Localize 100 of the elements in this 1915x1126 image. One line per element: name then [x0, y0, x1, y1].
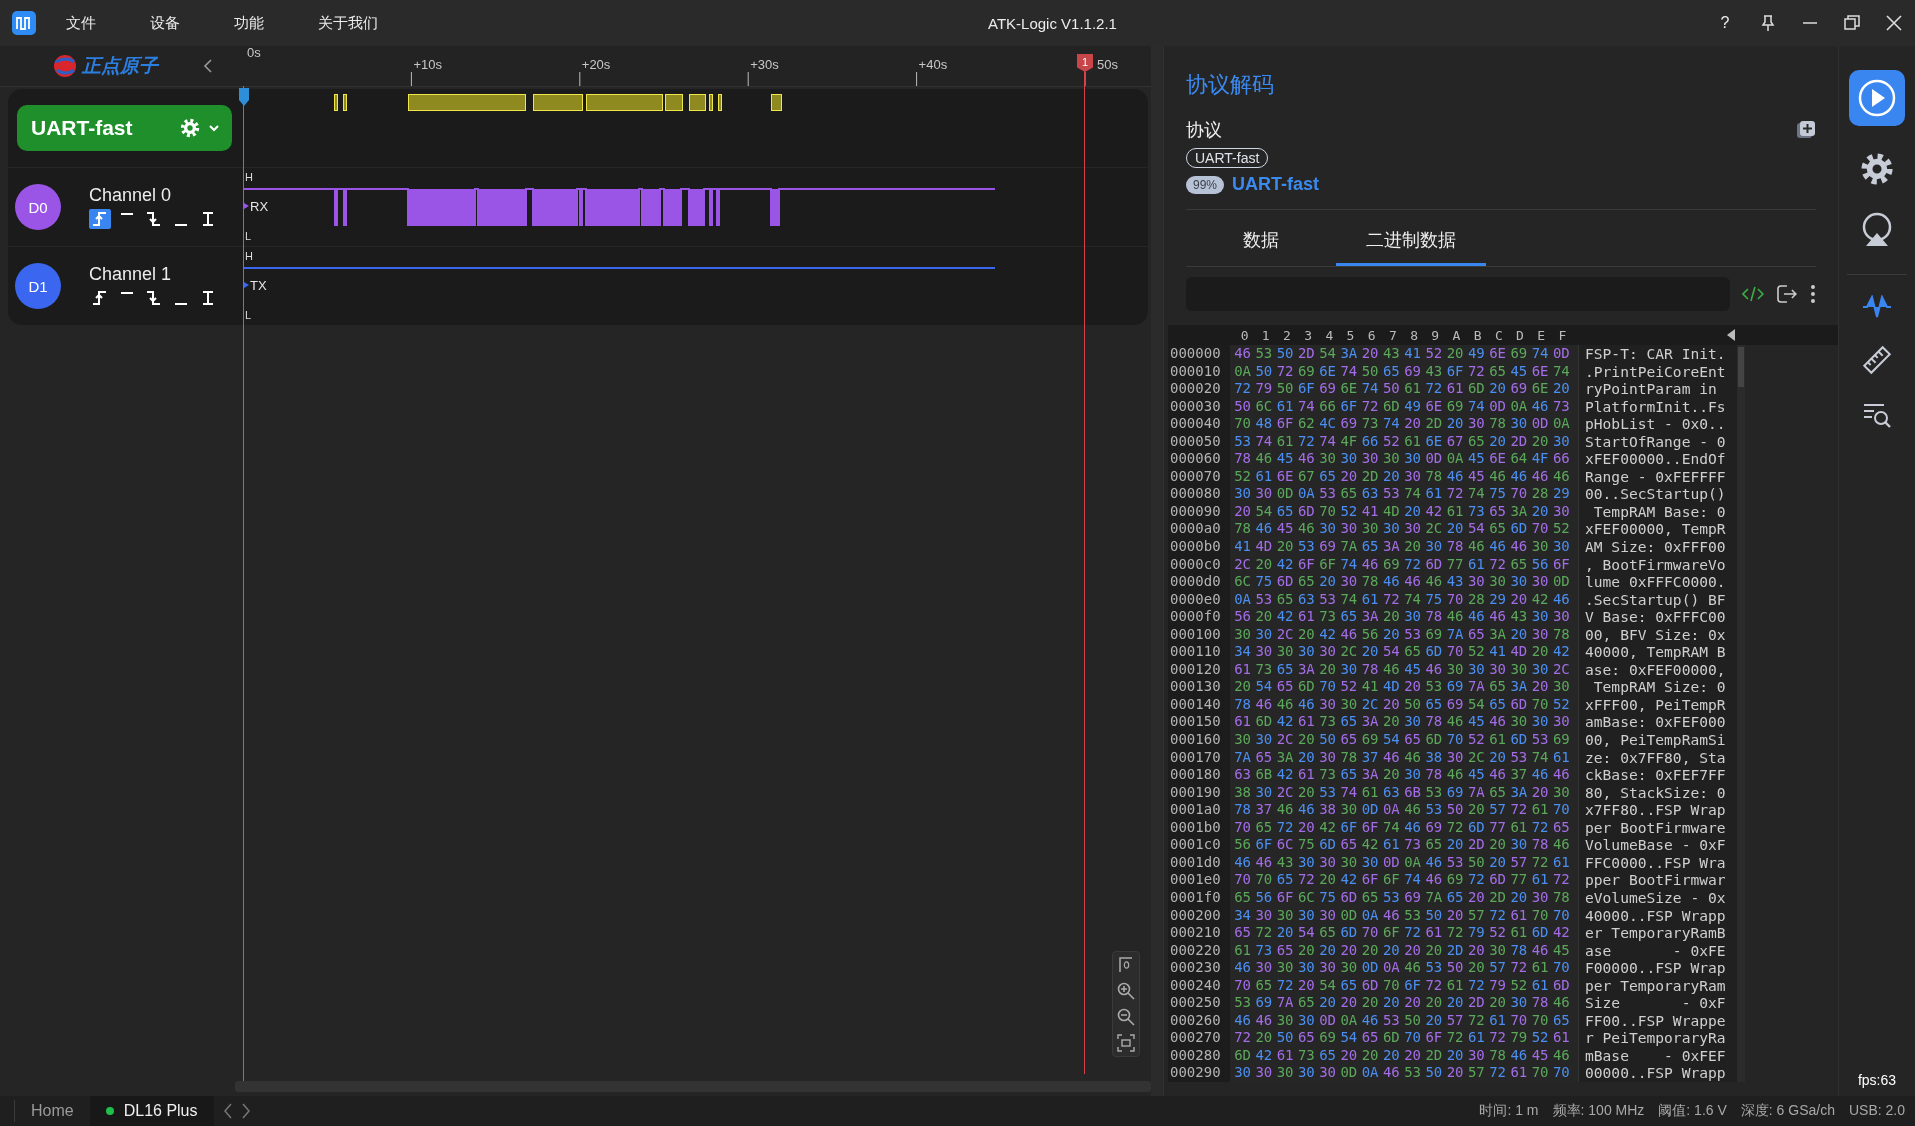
zoom-in-icon[interactable]: [1116, 981, 1136, 1001]
offset-label: 000120: [1170, 660, 1222, 679]
settings-icon[interactable]: [1860, 152, 1894, 186]
hex-byte: 30: [1275, 959, 1295, 977]
hex-byte: 65: [1488, 678, 1508, 696]
hex-byte: 66: [1551, 450, 1571, 468]
cursor-handle[interactable]: [239, 88, 249, 106]
offset-label: 000200: [1170, 906, 1222, 925]
app-logo-icon: [12, 11, 36, 35]
hex-byte: 30: [1466, 1046, 1486, 1065]
hex-byte: 6D: [1551, 976, 1571, 995]
hex-byte: 69: [1381, 555, 1401, 574]
hex-byte: 2C: [1275, 783, 1295, 802]
hex-byte: 54: [1254, 678, 1274, 696]
menu-item[interactable]: 功能: [234, 11, 264, 35]
hex-byte: 69: [1445, 783, 1465, 802]
hex-byte: 72: [1466, 976, 1486, 995]
hex-byte: 6F: [1275, 415, 1295, 433]
hex-byte: 63: [1381, 783, 1401, 802]
waveform-icon[interactable]: [1862, 295, 1892, 319]
hex-byte: 42: [1551, 643, 1571, 661]
pin-icon[interactable]: [1759, 14, 1777, 32]
hex-byte: 20: [1530, 783, 1550, 802]
hex-byte: 4F: [1530, 450, 1550, 468]
hex-byte: 74: [1254, 432, 1274, 451]
menu-item[interactable]: 设备: [150, 11, 180, 35]
hex-byte: 6C: [1254, 397, 1274, 416]
hex-byte: 69: [1318, 380, 1338, 398]
caret-icon[interactable]: [208, 122, 220, 134]
offset-label: 000010: [1170, 362, 1222, 381]
help-button[interactable]: ?: [1715, 12, 1735, 34]
hex-byte: 78: [1360, 573, 1380, 591]
hex-byte: 78: [1339, 748, 1359, 767]
time-label: +20s: [581, 57, 611, 72]
marker-flag[interactable]: 1: [1077, 54, 1093, 72]
collapse-chevron-icon[interactable]: [202, 58, 214, 74]
offset-label: 000110: [1170, 643, 1222, 661]
hex-byte: 46: [1275, 695, 1295, 714]
hex-byte: 78: [1424, 608, 1444, 626]
hex-byte: 46: [1551, 994, 1571, 1012]
hex-byte: 20: [1445, 345, 1465, 363]
code-icon[interactable]: [1742, 285, 1765, 303]
chevron-left-icon[interactable]: [221, 1102, 234, 1120]
close-icon[interactable]: [1885, 14, 1903, 32]
group-button[interactable]: UART-fast: [17, 105, 232, 151]
ruler-icon[interactable]: [1862, 345, 1892, 375]
zoom-out-icon[interactable]: [1116, 1007, 1136, 1027]
hex-byte: 20: [1424, 1011, 1444, 1030]
hex-byte: 79: [1488, 976, 1508, 995]
hex-byte: 7A: [1466, 678, 1486, 696]
play-button[interactable]: [1849, 70, 1905, 126]
hex-byte: 20: [1445, 994, 1465, 1012]
tab[interactable]: 二进制数据: [1336, 216, 1486, 266]
menu-item[interactable]: 关于我们: [318, 11, 378, 35]
hex-byte: 69: [1403, 362, 1423, 381]
gear-icon[interactable]: [180, 118, 200, 138]
hex-byte: 63: [1360, 485, 1380, 503]
device-tab[interactable]: Home: [15, 1096, 90, 1126]
offset-label: 000150: [1170, 713, 1222, 732]
hex-byte: 6F: [1296, 555, 1316, 574]
offset-label: 000220: [1170, 941, 1222, 960]
search-list-icon[interactable]: [1862, 401, 1892, 429]
hex-byte: 6E: [1275, 467, 1295, 486]
status-item: 时间: 1 m: [1479, 1102, 1539, 1120]
hex-byte: 73: [1254, 660, 1274, 679]
hex-byte: 30: [1318, 959, 1338, 977]
hex-byte: 6D: [1339, 924, 1359, 942]
hex-byte: 0A: [1360, 1064, 1380, 1082]
hex-byte: 73: [1254, 941, 1274, 960]
device-tab[interactable]: DL16 Plus: [89, 1096, 214, 1126]
hex-byte: 30: [1318, 1064, 1338, 1082]
hex-byte: 20: [1488, 380, 1508, 398]
hex-byte: 43: [1381, 345, 1401, 363]
hex-byte: 65: [1275, 660, 1295, 679]
hex-byte: 6D: [1424, 643, 1444, 661]
ascii-text: pper BootFirmwar: [1585, 871, 1727, 889]
hex-byte: 2D: [1488, 888, 1508, 907]
more-icon[interactable]: [1810, 284, 1816, 304]
menu-item[interactable]: 文件: [66, 11, 96, 35]
broadcast-icon[interactable]: [1860, 212, 1894, 248]
hex-byte: 70: [1530, 1011, 1550, 1030]
chevron-right-icon[interactable]: [239, 1102, 252, 1120]
ascii-text: 40000..FSP Wrapp: [1585, 906, 1727, 925]
hex-byte: 30: [1381, 450, 1401, 468]
hex-byte: 46: [1403, 748, 1423, 767]
hex-byte: 20: [1296, 748, 1316, 767]
hex-byte: 65: [1488, 502, 1508, 521]
restore-icon[interactable]: [1843, 14, 1861, 32]
export-icon[interactable]: [1776, 284, 1799, 304]
fit-view-icon[interactable]: [1116, 1033, 1136, 1053]
hex-byte: 29: [1488, 590, 1508, 609]
add-icon[interactable]: [1796, 120, 1816, 140]
hex-byte: 52: [1530, 1029, 1550, 1047]
hex-byte: 20: [1381, 713, 1401, 732]
collapse-arrow-icon[interactable]: [1727, 329, 1735, 341]
hex-byte: 6D: [1530, 924, 1550, 942]
tab[interactable]: 数据: [1186, 216, 1336, 266]
hex-byte: 41: [1403, 345, 1423, 363]
hex-byte: 70: [1233, 818, 1253, 837]
hex-byte: 6C: [1233, 573, 1253, 591]
